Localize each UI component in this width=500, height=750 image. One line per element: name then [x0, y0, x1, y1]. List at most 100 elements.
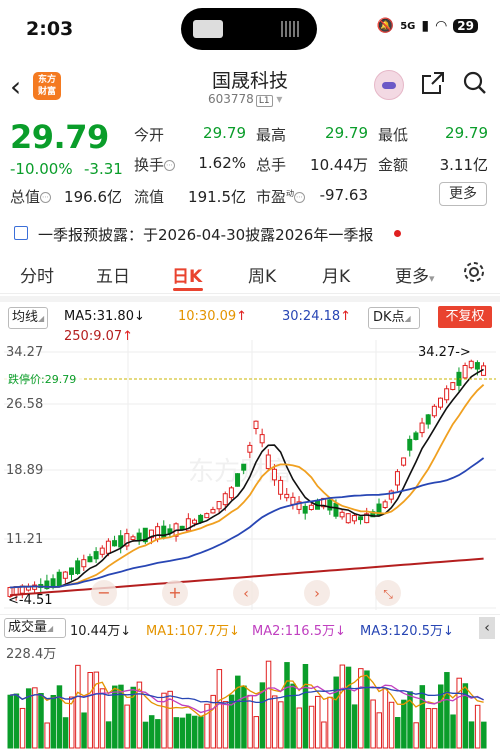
volume-bar	[302, 664, 309, 749]
change-percent: -10.00%	[10, 160, 73, 178]
tab-more[interactable]: 更多▾	[395, 262, 435, 287]
volume-bar	[19, 707, 26, 749]
candle-body	[210, 508, 216, 514]
candle-body	[468, 360, 474, 369]
volume-bar	[327, 696, 333, 749]
zoom-controls: − + ‹ › ⤡	[91, 580, 401, 606]
volume-bar	[333, 676, 339, 749]
volume-bar	[450, 714, 456, 749]
notice-bar[interactable]: 一季报预披露：于2026-04-30披露2026年一季报	[0, 218, 500, 250]
float-cap-value: 191.5亿	[188, 188, 246, 206]
volume-bar	[13, 693, 20, 749]
more-button[interactable]: 更多	[439, 182, 487, 206]
candle-body	[75, 560, 81, 574]
volume-bar	[87, 672, 93, 749]
volume-bar	[185, 713, 192, 749]
candle-body	[413, 432, 419, 440]
stock-code: 603778	[208, 92, 254, 106]
share-icon[interactable]	[420, 70, 446, 96]
volume-bar	[216, 669, 223, 749]
signal-icon: ▮	[421, 18, 430, 34]
period-tabs: 分时 五日 日K 周K 月K 更多▾	[0, 252, 500, 294]
info-icon[interactable]: ⋯	[40, 192, 52, 203]
volume-bar	[247, 694, 253, 749]
volume-bar	[425, 708, 432, 749]
volume-bar	[271, 695, 278, 749]
limit-down-label: 跌停价:29.79	[8, 372, 76, 386]
candle-body	[62, 571, 68, 579]
gear-icon[interactable]	[462, 260, 486, 284]
change-amount: -3.31	[84, 160, 123, 178]
candle-body	[118, 535, 124, 548]
candle-body	[253, 420, 259, 430]
candle-body	[204, 513, 210, 519]
volume-bar	[474, 704, 481, 749]
stock-code-row[interactable]: 603778 L1 ▾	[208, 92, 282, 107]
candle-body	[444, 388, 450, 401]
volume-bar	[81, 712, 87, 749]
candle-body	[278, 479, 284, 495]
volume-bar	[370, 699, 376, 749]
volume-bar	[321, 721, 327, 749]
avatar[interactable]	[374, 70, 404, 100]
volume-bar	[179, 717, 186, 749]
y-tick-3: 18.89	[6, 463, 43, 478]
divider	[0, 296, 500, 302]
search-icon[interactable]	[462, 70, 488, 96]
info-icon[interactable]: ⋯	[294, 192, 306, 203]
ma-lines	[9, 368, 485, 597]
right-icon: ›	[314, 586, 320, 602]
candle-body	[99, 547, 105, 555]
tab-monthly-k[interactable]: 月K	[322, 262, 350, 287]
candle-body	[198, 514, 204, 523]
volume-bar	[222, 701, 229, 749]
volume-bar	[468, 721, 475, 749]
turnover-value: 1.62%	[198, 154, 246, 172]
candle-body	[425, 414, 431, 425]
kline-chart[interactable]: 东方财富 跌停价:29.79 34.27 26.58 18.89 11.21 3…	[0, 340, 500, 612]
active-tab-indicator	[173, 288, 203, 291]
candle-body	[290, 496, 296, 505]
collapse-panel-icon[interactable]: ‹	[479, 617, 495, 639]
volume-bar	[265, 660, 272, 749]
volume-bar	[99, 688, 106, 749]
tab-intraday[interactable]: 分时	[20, 262, 54, 287]
candle-body	[431, 405, 437, 417]
total-cap-label: 总值 ⋯	[10, 188, 52, 206]
amount-label: 金额	[378, 156, 409, 174]
candle-body	[308, 504, 314, 510]
candle-body	[222, 493, 228, 506]
info-icon[interactable]: ⋯	[164, 160, 176, 171]
tab-five-day[interactable]: 五日	[96, 262, 130, 287]
volume-bar	[358, 668, 364, 749]
island-waveform-icon	[281, 21, 301, 37]
candle-body	[351, 515, 357, 522]
candle-body	[228, 487, 234, 499]
dk-point-select[interactable]: DK点◢	[368, 307, 420, 329]
ma5-legend: MA5:31.80↓	[64, 309, 145, 324]
indicator-select[interactable]: 均线◢	[8, 307, 48, 329]
low-label: 最低	[378, 126, 409, 144]
minus-icon: −	[97, 583, 110, 602]
volume-indicator-select[interactable]: 成交量◢	[4, 618, 66, 638]
candle-body	[81, 559, 87, 568]
candle-body	[358, 516, 364, 521]
vol-ma1: MA1:107.7万↓	[146, 624, 240, 639]
volume-header: 成交量◢ 10.44万↓ MA1:107.7万↓ MA2:116.5万↓ MA3…	[0, 614, 500, 640]
pe-dynamic-mark: 动	[286, 189, 295, 198]
open-label: 今开	[134, 126, 165, 144]
candle-body	[192, 519, 197, 524]
candle-body	[112, 540, 118, 547]
volume-bar	[431, 708, 438, 749]
adjust-button[interactable]: 不复权	[438, 306, 492, 328]
tab-daily-k[interactable]: 日K	[172, 262, 202, 287]
candle-body	[136, 532, 142, 541]
y-tick-4: 11.21	[6, 532, 43, 547]
volume-bar	[284, 662, 290, 749]
volume-bar	[278, 701, 284, 749]
pe-label: 市盈动 ⋯	[256, 188, 306, 206]
notice-icon	[14, 226, 28, 240]
volume-bar	[44, 722, 50, 749]
tab-weekly-k[interactable]: 周K	[248, 262, 276, 287]
candle-body	[216, 501, 222, 510]
